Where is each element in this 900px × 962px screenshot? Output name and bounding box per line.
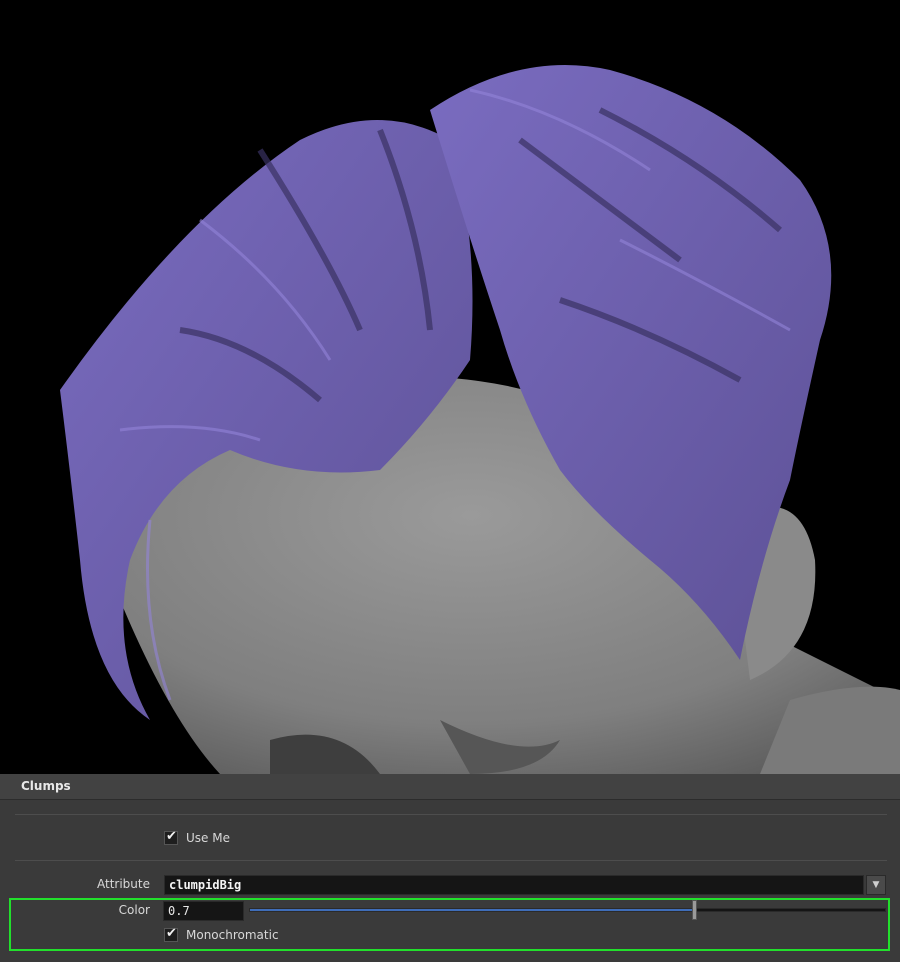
attribute-label: Attribute — [97, 877, 150, 891]
monochromatic-checkbox[interactable]: ✔ — [164, 926, 178, 942]
divider — [15, 814, 887, 815]
clumps-panel: Clumps ✔ Use Me Attribute clumpidBig ▼ C… — [0, 774, 900, 962]
color-slider-handle[interactable] — [691, 900, 697, 920]
check-icon: ✔ — [166, 926, 177, 941]
use-me-label: Use Me — [186, 831, 230, 845]
attribute-dropdown-button[interactable]: ▼ — [866, 875, 886, 895]
panel-title: Clumps — [21, 779, 71, 793]
hair-render-image — [0, 0, 900, 774]
color-value-field[interactable]: 0.7 — [163, 901, 244, 921]
monochromatic-label: Monochromatic — [186, 928, 279, 942]
color-slider-fill — [250, 909, 695, 911]
color-value: 0.7 — [168, 904, 190, 918]
panel-header[interactable]: Clumps — [0, 774, 900, 800]
use-me-checkbox[interactable]: ✔ — [164, 829, 178, 845]
divider — [15, 860, 887, 861]
check-icon: ✔ — [166, 829, 177, 844]
attribute-field[interactable]: clumpidBig — [164, 875, 864, 895]
attribute-value: clumpidBig — [169, 878, 242, 892]
color-slider[interactable] — [249, 908, 886, 912]
color-label: Color — [118, 903, 150, 917]
render-viewport — [0, 0, 900, 774]
chevron-down-icon: ▼ — [872, 880, 880, 890]
